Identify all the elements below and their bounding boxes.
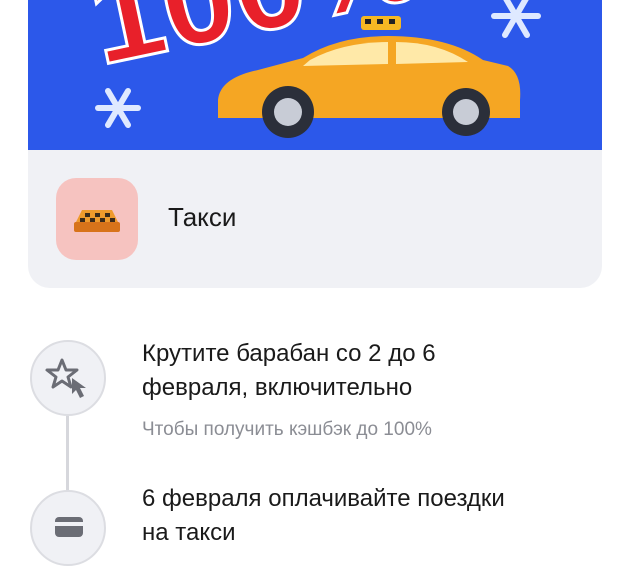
snowflake-icon — [95, 88, 141, 128]
star-tap-icon — [45, 358, 86, 398]
step-1-title: Крутите барабан со 2 до 6 февраля, включ… — [142, 340, 436, 401]
service-row[interactable]: Такси — [28, 150, 602, 288]
timeline-connector — [66, 416, 69, 496]
card-icon — [55, 517, 83, 537]
promo-card[interactable]: 100% — [28, 0, 602, 288]
promo-illustration: 100% — [74, 0, 541, 138]
step-1-subtitle: Чтобы получить кэшбэк до 100% — [142, 419, 432, 440]
service-label: Такси — [168, 202, 237, 232]
snowflake-icon — [491, 0, 541, 38]
step-1-circle — [30, 340, 106, 416]
step-2-circle — [30, 490, 106, 566]
taxi-roof-sign-icon — [56, 178, 138, 260]
promo-banner[interactable]: 100% — [28, 0, 602, 150]
